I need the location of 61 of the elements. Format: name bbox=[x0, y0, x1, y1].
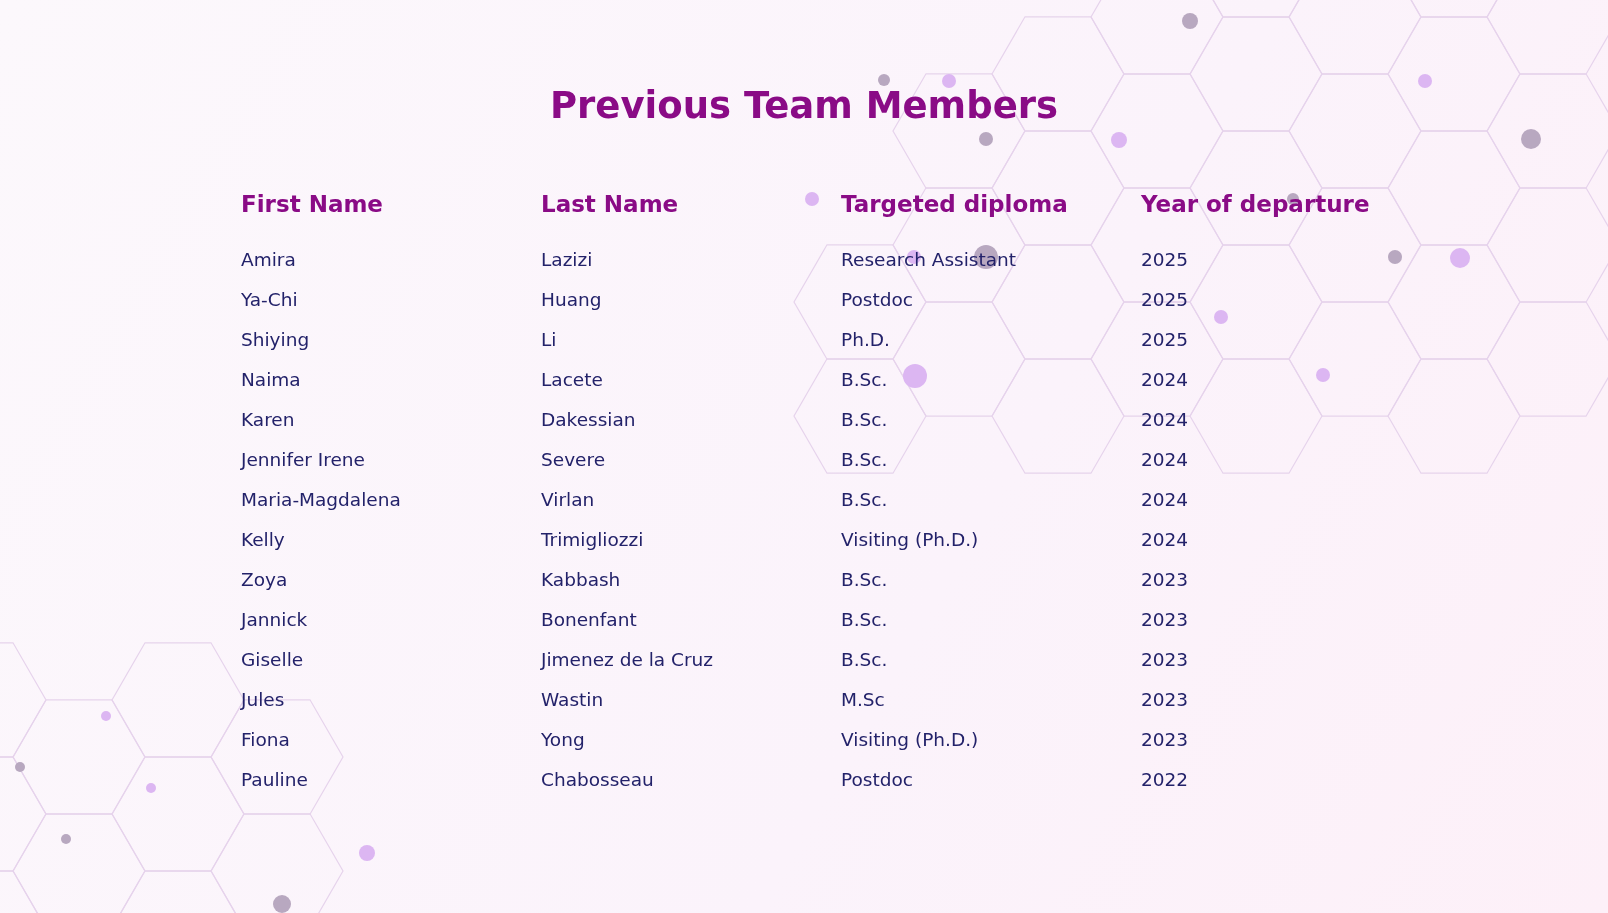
table-cell-text: Kelly bbox=[241, 528, 286, 552]
table-cell-text: Fiona bbox=[241, 728, 291, 752]
table-cell-text: 2025 bbox=[1141, 328, 1190, 352]
table-cell-text: 2025 bbox=[1141, 248, 1190, 272]
table-cell-text: 2023 bbox=[1141, 648, 1190, 672]
table-cell-text: Virlan bbox=[541, 488, 596, 512]
table-cell-text: Maria-Magdalena bbox=[241, 488, 402, 512]
table-cell-text: B.Sc. bbox=[841, 608, 889, 632]
table-cell-text: B.Sc. bbox=[841, 648, 889, 672]
table-cell-text: Amira bbox=[241, 248, 297, 272]
table-cell-text: Dakessian bbox=[541, 408, 637, 432]
table-cell-text: Chabosseau bbox=[541, 768, 655, 792]
column-header: Year of departure bbox=[1141, 190, 1371, 219]
table-cell-text: Jannick bbox=[241, 608, 309, 632]
slide-title: Previous Team Members bbox=[548, 83, 1060, 129]
table-cell-text: B.Sc. bbox=[841, 408, 889, 432]
table-cell-text: Pauline bbox=[241, 768, 309, 792]
table-cell-text: Lacete bbox=[541, 368, 604, 392]
table-cell-text: Huang bbox=[541, 288, 603, 312]
table-cell-text: 2024 bbox=[1141, 408, 1190, 432]
table-cell-text: 2023 bbox=[1141, 728, 1190, 752]
table-cell-text: Bonenfant bbox=[541, 608, 638, 632]
table-cell-text: 2024 bbox=[1141, 488, 1190, 512]
table-cell-text: 2022 bbox=[1141, 768, 1190, 792]
table-cell-text: Jennifer Irene bbox=[241, 448, 366, 472]
table-cell-text: 2023 bbox=[1141, 568, 1190, 592]
table-cell-text: Visiting (Ph.D.) bbox=[841, 528, 980, 552]
table-cell-text: Yong bbox=[541, 728, 586, 752]
table-cell-text: Lazizi bbox=[541, 248, 594, 272]
table-cell-text: Giselle bbox=[241, 648, 305, 672]
table-cell-text: B.Sc. bbox=[841, 568, 889, 592]
table-cell-text: 2023 bbox=[1141, 688, 1190, 712]
table-cell-text: Postdoc bbox=[841, 768, 914, 792]
column-header: First Name bbox=[241, 190, 384, 219]
table-cell-text: Ph.D. bbox=[841, 328, 891, 352]
table-cell-text: Wastin bbox=[541, 688, 605, 712]
table-cell-text: Zoya bbox=[241, 568, 289, 592]
table-cell-text: Karen bbox=[241, 408, 296, 432]
table-cell-text: M.Sc bbox=[841, 688, 886, 712]
table-cell-text: Severe bbox=[541, 448, 607, 472]
table-cell-text: 2025 bbox=[1141, 288, 1190, 312]
table-cell-text: B.Sc. bbox=[841, 368, 889, 392]
table-cell-text: Li bbox=[541, 328, 558, 352]
table-cell-text: 2024 bbox=[1141, 448, 1190, 472]
table-cell-text: B.Sc. bbox=[841, 488, 889, 512]
table-cell-text: Naima bbox=[241, 368, 302, 392]
table-cell-text: Postdoc bbox=[841, 288, 914, 312]
table-cell-text: Trimigliozzi bbox=[541, 528, 645, 552]
column-header: Last Name bbox=[541, 190, 680, 219]
table-cell-text: 2023 bbox=[1141, 608, 1190, 632]
table-cell-text: B.Sc. bbox=[841, 448, 889, 472]
table-cell-text: Visiting (Ph.D.) bbox=[841, 728, 980, 752]
table-cell-text: Jules bbox=[241, 688, 286, 712]
table-cell-text: 2024 bbox=[1141, 528, 1190, 552]
table-cell-text: Ya-Chi bbox=[241, 288, 299, 312]
table-cell-text: Research Assistant bbox=[841, 248, 1018, 272]
table-cell-text: 2024 bbox=[1141, 368, 1190, 392]
column-header: Targeted diploma bbox=[841, 190, 1069, 219]
table-cell-text: Kabbash bbox=[541, 568, 622, 592]
table-cell-text: Jimenez de la Cruz bbox=[541, 648, 715, 672]
table-cell-text: Shiying bbox=[241, 328, 311, 352]
